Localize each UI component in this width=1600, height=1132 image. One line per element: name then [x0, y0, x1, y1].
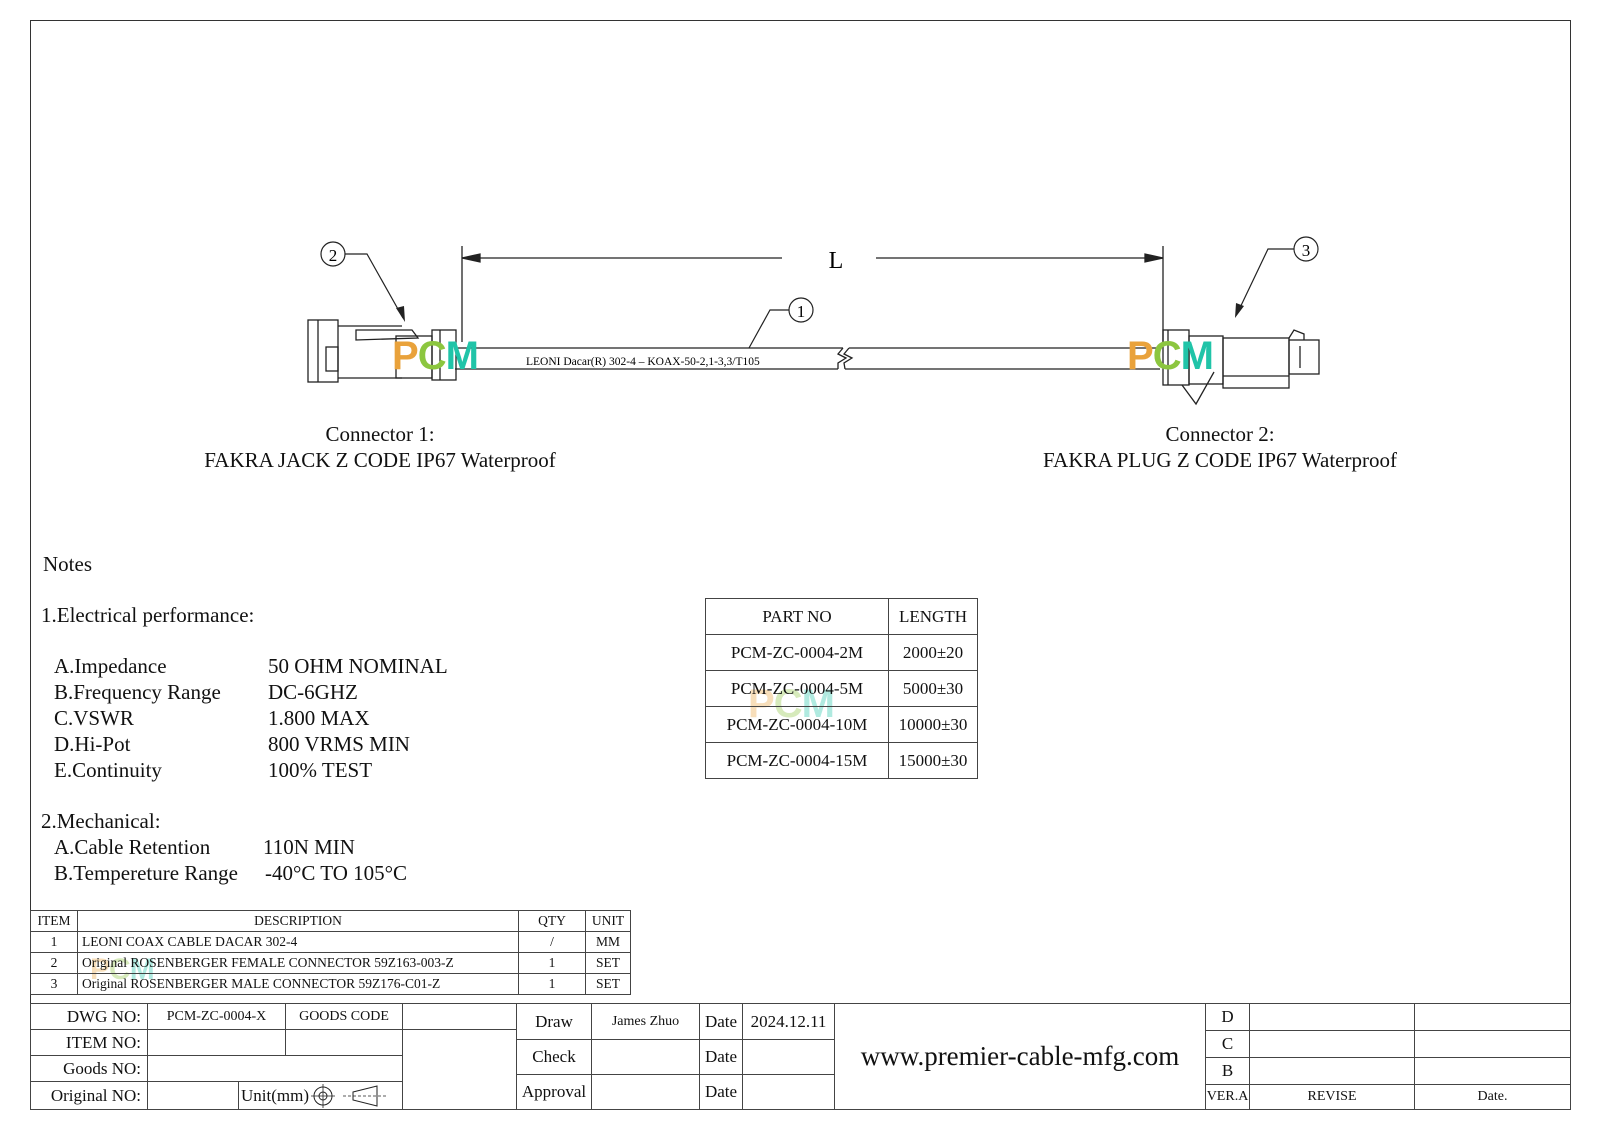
approval-name — [591, 1074, 700, 1110]
connector-2-title: Connector 2: — [1165, 422, 1275, 446]
balloon-2: 2 — [320, 241, 405, 322]
company-website: www.premier-cable-mfg.com — [834, 1003, 1206, 1110]
table-row: PCM-ZC-0004-15M 15000±30 — [705, 742, 978, 779]
note-label: A.Impedance — [54, 654, 167, 678]
length-header: LENGTH — [888, 598, 978, 635]
note-value: 110N MIN — [263, 835, 355, 859]
pcm-watermark-left: PCM — [392, 334, 479, 378]
note-value: 800 VRMS MIN — [268, 732, 410, 756]
notes-title: Notes — [43, 552, 92, 576]
connector-2-desc: FAKRA PLUG Z CODE IP67 Waterproof — [1043, 448, 1397, 472]
balloon-1: 1 — [748, 297, 814, 349]
revision-c-desc — [1249, 1030, 1415, 1058]
pcm-watermark-right: PCM — [1127, 334, 1214, 378]
svg-text:2: 2 — [329, 246, 338, 265]
dimension-line — [461, 246, 1164, 342]
revision-b: B — [1205, 1057, 1250, 1085]
check-date-label: Date — [699, 1039, 743, 1075]
revision-d: D — [1205, 1003, 1250, 1031]
draw-date: 2024.12.11 — [742, 1003, 835, 1040]
check-date — [742, 1039, 835, 1075]
goods-code-label: GOODS CODE — [285, 1003, 403, 1030]
connector-1-caption: Connector 1: FAKRA JACK Z CODE IP67 Wate… — [180, 421, 580, 473]
item-no-extra — [285, 1029, 403, 1056]
note-label: E.Continuity — [54, 758, 162, 782]
svg-text:1: 1 — [797, 302, 806, 321]
note-label: B.Tempereture Range — [54, 861, 238, 885]
connector-1-title: Connector 1: — [325, 422, 435, 446]
revision-b-date — [1414, 1057, 1571, 1085]
approval-date — [742, 1074, 835, 1110]
bom-item-header: ITEM — [30, 910, 78, 932]
revise-label: REVISE — [1249, 1084, 1415, 1110]
note-value: DC-6GHZ — [268, 680, 358, 704]
original-no-label: Original NO: — [30, 1081, 148, 1110]
goods-code-value — [402, 1003, 517, 1030]
item-no-label: ITEM NO: — [30, 1029, 148, 1056]
cable-label: LEONI Dacar(R) 302-4 – KOAX-50-2,1-3,3/T… — [526, 356, 760, 368]
note-value: 50 OHM NOMINAL — [268, 654, 448, 678]
revision-a: VER.A — [1205, 1084, 1250, 1110]
note-value: -40°C TO 105°C — [265, 861, 408, 885]
dwg-no-value: PCM-ZC-0004-X — [147, 1003, 286, 1030]
revision-date-label: Date. — [1414, 1084, 1571, 1110]
bom-unit-header: UNIT — [585, 910, 631, 932]
note-label: B.Frequency Range — [54, 680, 221, 704]
revision-d-desc — [1249, 1003, 1415, 1031]
bom-desc-header: DESCRIPTION — [77, 910, 519, 932]
revision-c-date — [1414, 1030, 1571, 1058]
bom-qty-header: QTY — [518, 910, 586, 932]
unit-label: Unit(mm) — [241, 1085, 309, 1105]
table-row: PCM-ZC-0004-10M 10000±30 — [705, 706, 978, 743]
check-label: Check — [516, 1039, 592, 1075]
part-no-header: PART NO — [705, 598, 889, 635]
part-number-table: PART NO LENGTH PCM-ZC-0004-2M 2000±20 PC… — [705, 598, 978, 779]
goods-no-value — [147, 1055, 403, 1082]
bill-of-materials: ITEM DESCRIPTION QTY UNIT 1 LEONI COAX C… — [30, 910, 631, 995]
svg-text:3: 3 — [1302, 241, 1311, 260]
note-label: C.VSWR — [54, 706, 134, 730]
check-name — [591, 1039, 700, 1075]
projection-symbol-icon — [311, 1083, 387, 1108]
note-label: A.Cable Retention — [54, 835, 211, 859]
title-block: DWG NO: PCM-ZC-0004-X GOODS CODE ITEM NO… — [30, 1003, 1571, 1110]
draw-name: James Zhuo — [591, 1003, 700, 1040]
draw-date-label: Date — [699, 1003, 743, 1040]
draw-label: Draw — [516, 1003, 592, 1040]
original-no-value — [147, 1081, 239, 1110]
connector-2-caption: Connector 2: FAKRA PLUG Z CODE IP67 Wate… — [1020, 421, 1420, 473]
approval-label: Approval — [516, 1074, 592, 1110]
note-value: 100% TEST — [268, 758, 373, 782]
dimension-label: L — [829, 248, 844, 274]
table-row: 3 Original ROSENBERGER MALE CONNECTOR 59… — [30, 973, 631, 995]
title-block-spacer — [402, 1029, 517, 1110]
mechanical-heading: 2.Mechanical: — [41, 809, 161, 833]
table-row: 2 Original ROSENBERGER FEMALE CONNECTOR … — [30, 952, 631, 974]
item-no-value — [147, 1029, 286, 1056]
dwg-no-label: DWG NO: — [30, 1003, 148, 1030]
revision-b-desc — [1249, 1057, 1415, 1085]
revision-c: C — [1205, 1030, 1250, 1058]
revision-d-date — [1414, 1003, 1571, 1031]
connector-1-desc: FAKRA JACK Z CODE IP67 Waterproof — [204, 448, 556, 472]
note-value: 1.800 MAX — [268, 706, 370, 730]
electrical-heading: 1.Electrical performance: — [41, 603, 255, 627]
goods-no-label: Goods NO: — [30, 1055, 148, 1082]
note-label: D.Hi-Pot — [54, 732, 131, 756]
approval-date-label: Date — [699, 1074, 743, 1110]
unit-cell: Unit(mm) — [238, 1081, 403, 1110]
table-row: PCM-ZC-0004-2M 2000±20 — [705, 634, 978, 671]
table-row: PCM-ZC-0004-5M 5000±30 — [705, 670, 978, 707]
balloon-3: 3 — [1235, 236, 1319, 318]
table-row: 1 LEONI COAX CABLE DACAR 302-4 / MM — [30, 931, 631, 953]
